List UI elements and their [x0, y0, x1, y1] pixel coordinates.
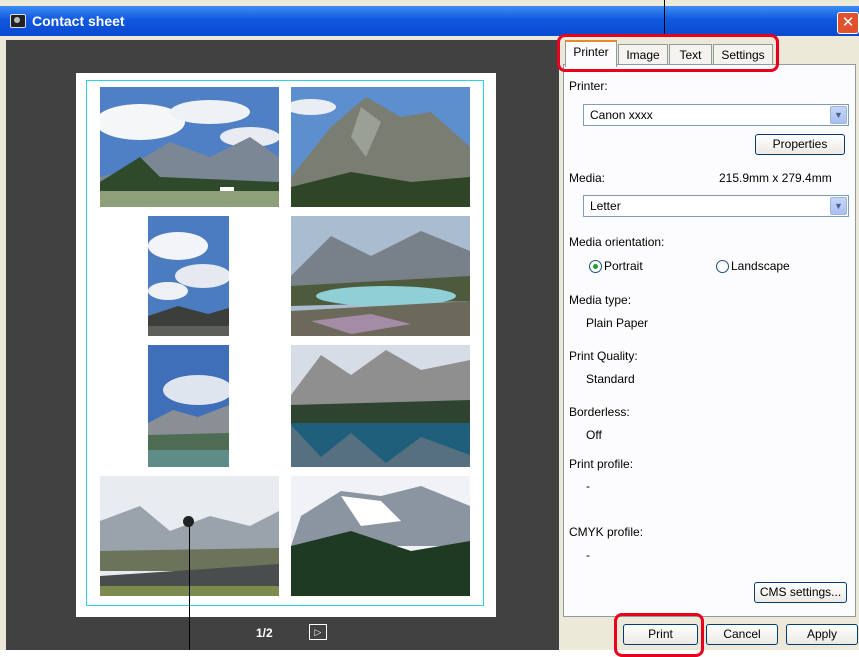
print-preview-area: 1/2 ▷ — [6, 40, 559, 650]
chevron-down-icon[interactable]: ▼ — [830, 106, 847, 124]
thumbnail-2[interactable] — [291, 87, 470, 207]
chevron-down-icon[interactable]: ▼ — [830, 197, 847, 215]
cancel-button[interactable]: Cancel — [706, 624, 778, 645]
cmyk-profile-label: CMYK profile: — [569, 525, 644, 539]
media-label: Media: — [569, 171, 606, 185]
window-title: Contact sheet — [32, 13, 125, 29]
portrait-radio[interactable] — [589, 260, 602, 273]
tabs-callout-leader — [664, 0, 665, 34]
media-type-label: Media type: — [569, 293, 632, 307]
thumbnail-callout-leader — [189, 524, 190, 650]
thumbnail-3[interactable] — [148, 216, 229, 336]
thumbnail-4[interactable] — [291, 216, 470, 336]
borderless-label: Borderless: — [569, 405, 630, 419]
landscape-label: Landscape — [731, 259, 790, 273]
thumbnail-6[interactable] — [291, 345, 470, 467]
borderless-value: Off — [586, 428, 602, 442]
cms-settings-button[interactable]: CMS settings... — [754, 582, 847, 603]
contact-sheet-window: Contact sheet ✕ 1/2 ▷ Printer Image Text… — [0, 0, 859, 650]
thumbnail-5[interactable] — [148, 345, 229, 467]
print-quality-value: Standard — [586, 372, 635, 386]
next-page-button[interactable]: ▷ — [309, 624, 327, 640]
media-type-value: Plain Paper — [586, 316, 649, 330]
cmyk-profile-value: - — [586, 548, 590, 562]
media-select-value: Letter — [590, 199, 621, 213]
title-bar: Contact sheet ✕ — [0, 6, 859, 36]
thumbnail-8[interactable] — [291, 476, 470, 596]
media-size: 215.9mm x 279.4mm — [719, 171, 832, 185]
preview-page — [76, 73, 496, 617]
printer-select[interactable]: Canon xxxx ▼ — [583, 104, 849, 126]
thumbnail-callout-dot — [183, 516, 194, 527]
thumbnail-1[interactable] — [100, 87, 279, 207]
printer-select-value: Canon xxxx — [590, 108, 653, 122]
orientation-label: Media orientation: — [569, 235, 665, 249]
page-indicator: 1/2 — [256, 626, 273, 640]
portrait-label: Portrait — [604, 259, 643, 273]
print-profile-label: Print profile: — [569, 457, 634, 471]
media-select[interactable]: Letter ▼ — [583, 195, 849, 217]
camera-icon — [10, 14, 26, 28]
printer-tab-panel: Printer: Canon xxxx ▼ Properties Media: … — [563, 64, 856, 617]
printer-label: Printer: — [569, 79, 608, 93]
print-quality-label: Print Quality: — [569, 349, 638, 363]
landscape-radio[interactable] — [716, 260, 729, 273]
print-button-callout — [614, 613, 704, 657]
print-profile-value: - — [586, 479, 590, 493]
tab-printer[interactable]: Printer — [565, 40, 617, 67]
close-button[interactable]: ✕ — [837, 12, 859, 34]
apply-button[interactable]: Apply — [786, 624, 858, 645]
properties-button[interactable]: Properties — [755, 134, 845, 155]
